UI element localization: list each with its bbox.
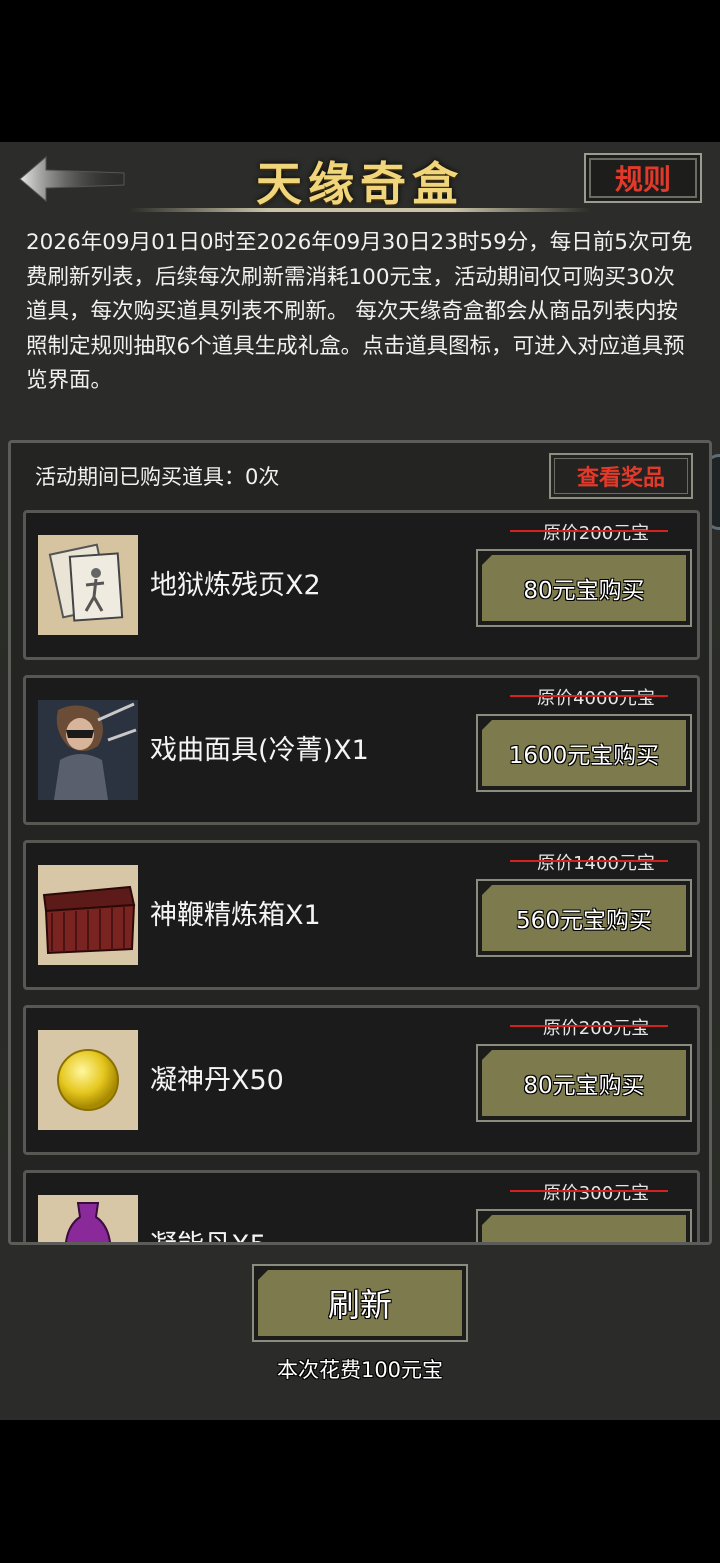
event-screen: 天缘奇盒 规则 2026年09月01日0时至2026年09月30日23时59分，…	[0, 142, 720, 1420]
refresh-button-label: 刷新	[258, 1270, 462, 1336]
item-list[interactable]: 地狱炼残页X2 原价200元宝 80元宝购买 戏曲面具(冷菁)X1 原价4000…	[11, 443, 709, 1242]
original-price: 原价200元宝	[496, 1014, 696, 1040]
original-price-text: 原价300元宝	[542, 1183, 650, 1204]
item-name: 地狱炼残页X2	[150, 570, 321, 601]
original-price: 原价1400元宝	[496, 849, 696, 875]
buy-button[interactable]: 80元宝购买	[476, 549, 692, 627]
event-description: 2026年09月01日0时至2026年09月30日23时59分，每日前5次可免费…	[26, 230, 693, 393]
buy-button[interactable]	[476, 1209, 692, 1242]
original-price-text: 原价200元宝	[542, 1018, 650, 1039]
original-price: 原价4000元宝	[496, 684, 696, 710]
original-price-text: 原价200元宝	[542, 523, 650, 544]
rules-button[interactable]: 规则	[584, 153, 702, 203]
buy-button[interactable]: 560元宝购买	[476, 879, 692, 957]
list-item: 神鞭精炼箱X1 原价1400元宝 560元宝购买	[23, 840, 700, 990]
strikethrough-line	[510, 695, 668, 697]
red-chest-icon[interactable]	[38, 865, 138, 965]
strikethrough-line	[510, 860, 668, 862]
original-price-text: 原价1400元宝	[537, 853, 655, 874]
strikethrough-line	[510, 1190, 668, 1192]
list-item: 凝神丹X50 原价200元宝 80元宝购买	[23, 1005, 700, 1155]
buy-button-label: 80元宝购买	[482, 555, 686, 621]
buy-button-label: 1600元宝购买	[482, 720, 686, 786]
character-portrait[interactable]	[38, 700, 138, 800]
original-price: 原价300元宝	[496, 1179, 696, 1205]
list-item: 戏曲面具(冷菁)X1 原价4000元宝 1600元宝购买	[23, 675, 700, 825]
item-name: 戏曲面具(冷菁)X1	[150, 735, 369, 766]
item-list-panel: 活动期间已购买道具：0次 查看奖品 地狱炼残页X2 原价200元宝 80元宝购买…	[8, 440, 712, 1245]
strikethrough-line	[510, 1025, 668, 1027]
list-item: 地狱炼残页X2 原价200元宝 80元宝购买	[23, 510, 700, 660]
buy-button-label: 80元宝购买	[482, 1050, 686, 1116]
buy-button-label: 560元宝购买	[482, 885, 686, 951]
original-price: 原价200元宝	[496, 519, 696, 545]
list-item: 凝能丹X5 原价300元宝	[23, 1170, 700, 1242]
title-divider	[130, 208, 590, 212]
refresh-cost: 本次花费100元宝	[276, 1358, 444, 1382]
scroll-pages-icon[interactable]	[38, 535, 138, 635]
original-price-text: 原价4000元宝	[537, 688, 655, 709]
buy-button[interactable]: 80元宝购买	[476, 1044, 692, 1122]
item-name: 凝神丹X50	[150, 1065, 284, 1096]
golden-pill-icon[interactable]	[38, 1030, 138, 1130]
strikethrough-line	[510, 530, 668, 532]
item-name: 凝能丹X5	[150, 1223, 267, 1242]
purple-vase-icon[interactable]	[38, 1195, 138, 1242]
item-name: 神鞭精炼箱X1	[150, 900, 321, 931]
buy-button-label	[482, 1215, 686, 1242]
buy-button[interactable]: 1600元宝购买	[476, 714, 692, 792]
refresh-button[interactable]: 刷新	[252, 1264, 468, 1342]
